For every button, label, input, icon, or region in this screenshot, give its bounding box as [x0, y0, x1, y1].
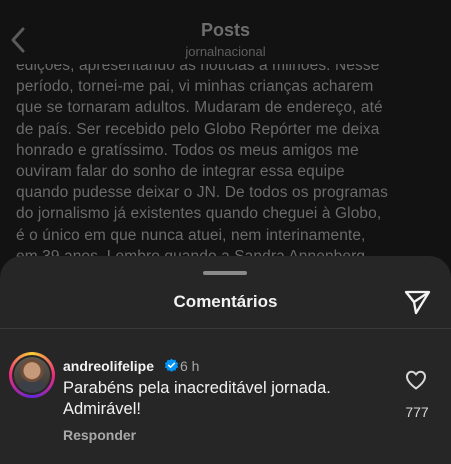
header: Posts jornalnacional: [0, 0, 451, 64]
comment-text: Parabéns pela inacreditável jornada. Adm…: [63, 378, 383, 420]
drag-handle[interactable]: [203, 271, 247, 275]
comment-item: andreolifelipe 6 h Parabéns pela inacred…: [0, 352, 451, 464]
post-caption: edições, apresentando as notícias a milh…: [16, 64, 446, 264]
avatar[interactable]: [9, 352, 55, 398]
comments-sheet: Comentários andreolifelipe 6 h Parabéns …: [0, 256, 451, 464]
caption-line: edições, apresentando as notícias a milh…: [16, 64, 380, 74]
comment-text-line: Admirável!: [63, 400, 141, 418]
caption-line: ouviram falar do sonho de integrar essa …: [16, 163, 345, 181]
caption-line: de país. Ser recebido pelo Globo Repórte…: [16, 120, 380, 138]
comment-time: 6 h: [180, 358, 200, 374]
verified-badge-icon: [164, 358, 179, 373]
caption-line: é o único em que nunca atuei, nem interi…: [16, 226, 366, 244]
sheet-title: Comentários: [173, 292, 278, 311]
page-title: Posts: [200, 20, 251, 40]
avatar-border: [12, 355, 52, 395]
caption-line: período, tornei-me pai, vi minhas crianç…: [16, 78, 374, 96]
comment-username[interactable]: andreolifelipe: [63, 358, 154, 374]
caption-line: que se tornaram adultos. Mudaram de ende…: [16, 99, 383, 117]
divider: [0, 328, 451, 329]
post-caption-area: edições, apresentando as notícias a milh…: [0, 64, 451, 264]
caption-line: quando pudesse deixar o JN. De todos os …: [16, 184, 388, 202]
avatar-image: [14, 357, 50, 393]
like-count: 777: [405, 404, 429, 420]
caption-line: honrado e gratíssimo. Todos os meus amig…: [16, 141, 359, 159]
reply-button[interactable]: Responder: [63, 427, 136, 443]
paper-plane-icon[interactable]: [402, 287, 432, 317]
heart-outline-icon[interactable]: [404, 368, 428, 392]
page-subtitle[interactable]: jornalnacional: [0, 44, 451, 59]
comment-text-line: Parabéns pela inacreditável jornada.: [63, 379, 331, 397]
caption-line: do jornalismo já existentes quando chegu…: [16, 205, 382, 223]
